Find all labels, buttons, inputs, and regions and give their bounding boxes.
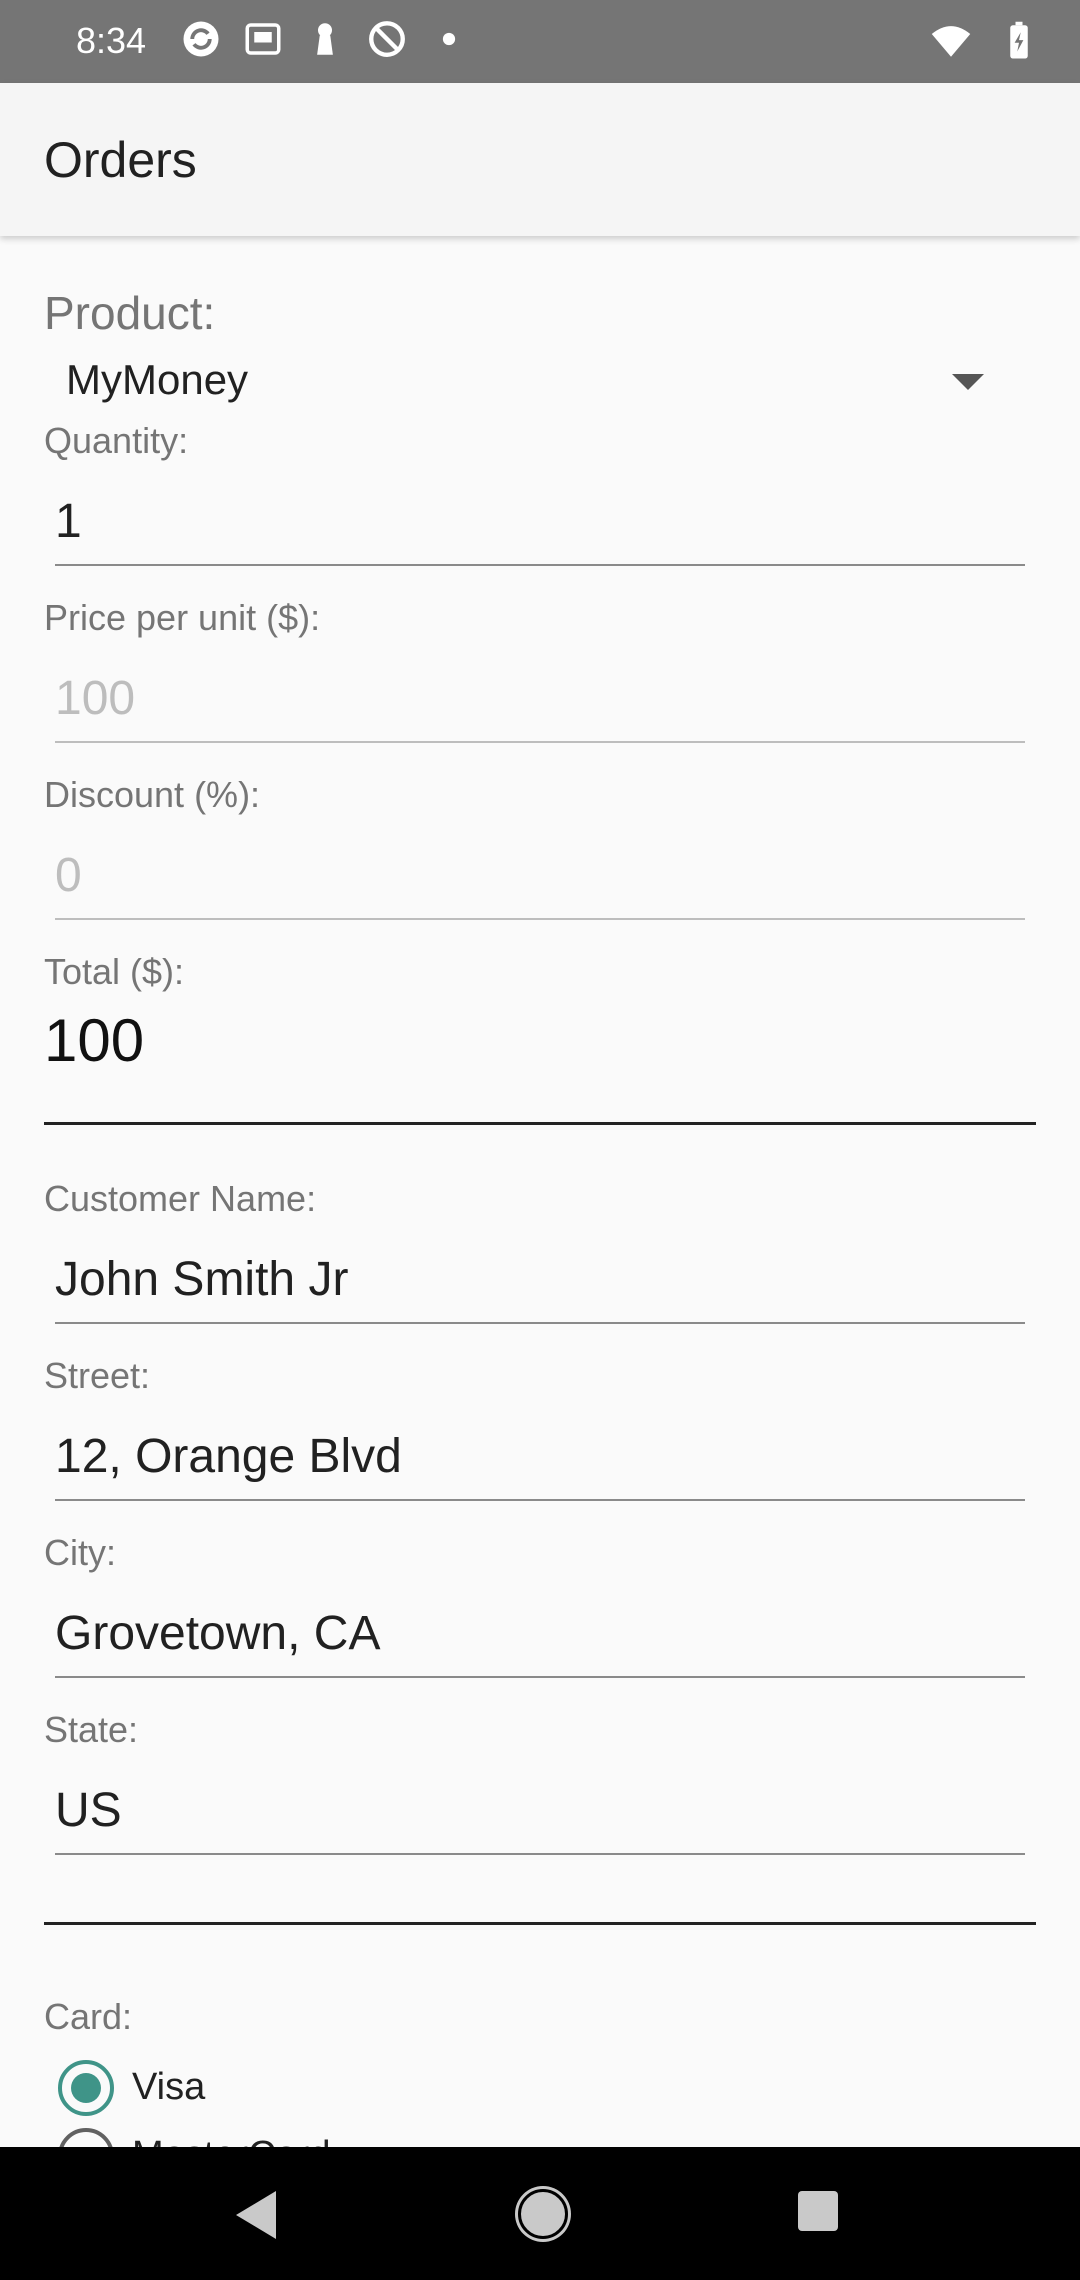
status-bar: 8:34 — [0, 0, 1080, 83]
section-divider — [44, 1922, 1036, 1925]
price-value: 100 — [55, 672, 136, 725]
discount-label: Discount (%): — [44, 774, 261, 815]
keyhole-icon — [317, 23, 333, 55]
city-value: Grovetown, CA — [55, 1607, 381, 1660]
city-underline — [55, 1676, 1025, 1678]
discount-underline — [55, 918, 1025, 920]
card-label: Card: — [44, 1996, 133, 2037]
customer-name-value: John Smith Jr — [55, 1253, 349, 1306]
quantity-underline — [55, 564, 1025, 566]
page-title: Orders — [44, 132, 197, 188]
status-time: 8:34 — [76, 20, 147, 61]
street-field[interactable]: 12, Orange Blvd — [55, 1421, 1025, 1501]
price-underline — [55, 741, 1025, 743]
quantity-value: 1 — [55, 495, 82, 548]
customer-name-label: Customer Name: — [44, 1178, 317, 1219]
sync-icon — [183, 21, 219, 57]
visa-label[interactable]: Visa — [132, 2066, 205, 2109]
discount-field: 0 — [55, 840, 1025, 920]
city-field[interactable]: Grovetown, CA — [55, 1598, 1025, 1678]
photo-icon — [245, 23, 281, 55]
price-field: 100 — [55, 663, 1025, 743]
home-icon[interactable] — [518, 2189, 568, 2239]
back-icon[interactable] — [236, 2191, 276, 2239]
status-icons-right — [930, 20, 1040, 62]
product-value: MyMoney — [66, 356, 249, 403]
visa-radio[interactable] — [58, 2060, 114, 2116]
quantity-field[interactable]: 1 — [55, 486, 1025, 566]
mastercard-radio[interactable] — [58, 2128, 114, 2147]
blocked-icon — [369, 21, 405, 57]
navigation-bar — [0, 2147, 1080, 2280]
wifi-icon — [931, 26, 971, 57]
price-label: Price per unit ($): — [44, 597, 321, 638]
dropdown-arrow-icon — [952, 374, 984, 390]
section-divider — [44, 1122, 1036, 1125]
mastercard-label[interactable]: MasterCard — [132, 2134, 331, 2147]
product-label: Product: — [44, 287, 216, 339]
status-icons-left — [180, 18, 470, 60]
dot-icon — [442, 32, 456, 46]
state-value: US — [55, 1784, 122, 1837]
recents-icon[interactable] — [798, 2191, 838, 2231]
total-value: 100 — [44, 1007, 145, 1074]
city-label: City: — [44, 1532, 116, 1573]
battery-charging-icon — [1010, 21, 1028, 59]
state-field[interactable]: US — [55, 1775, 1025, 1855]
street-label: Street: — [44, 1355, 151, 1396]
total-label: Total ($): — [44, 951, 185, 992]
app-bar: Orders — [0, 83, 1080, 236]
radio-unselected-icon — [58, 2128, 114, 2147]
discount-value: 0 — [55, 849, 82, 902]
product-spinner[interactable]: MyMoney — [44, 346, 1004, 416]
radio-dot — [71, 2073, 101, 2103]
street-underline — [55, 1499, 1025, 1501]
street-value: 12, Orange Blvd — [55, 1430, 402, 1483]
state-underline — [55, 1853, 1025, 1855]
quantity-label: Quantity: — [44, 420, 189, 461]
customer-name-underline — [55, 1322, 1025, 1324]
state-label: State: — [44, 1709, 139, 1750]
customer-name-field[interactable]: John Smith Jr — [55, 1244, 1025, 1324]
order-form[interactable]: Product: MyMoney Quantity: 1 Price per u… — [0, 236, 1080, 2147]
